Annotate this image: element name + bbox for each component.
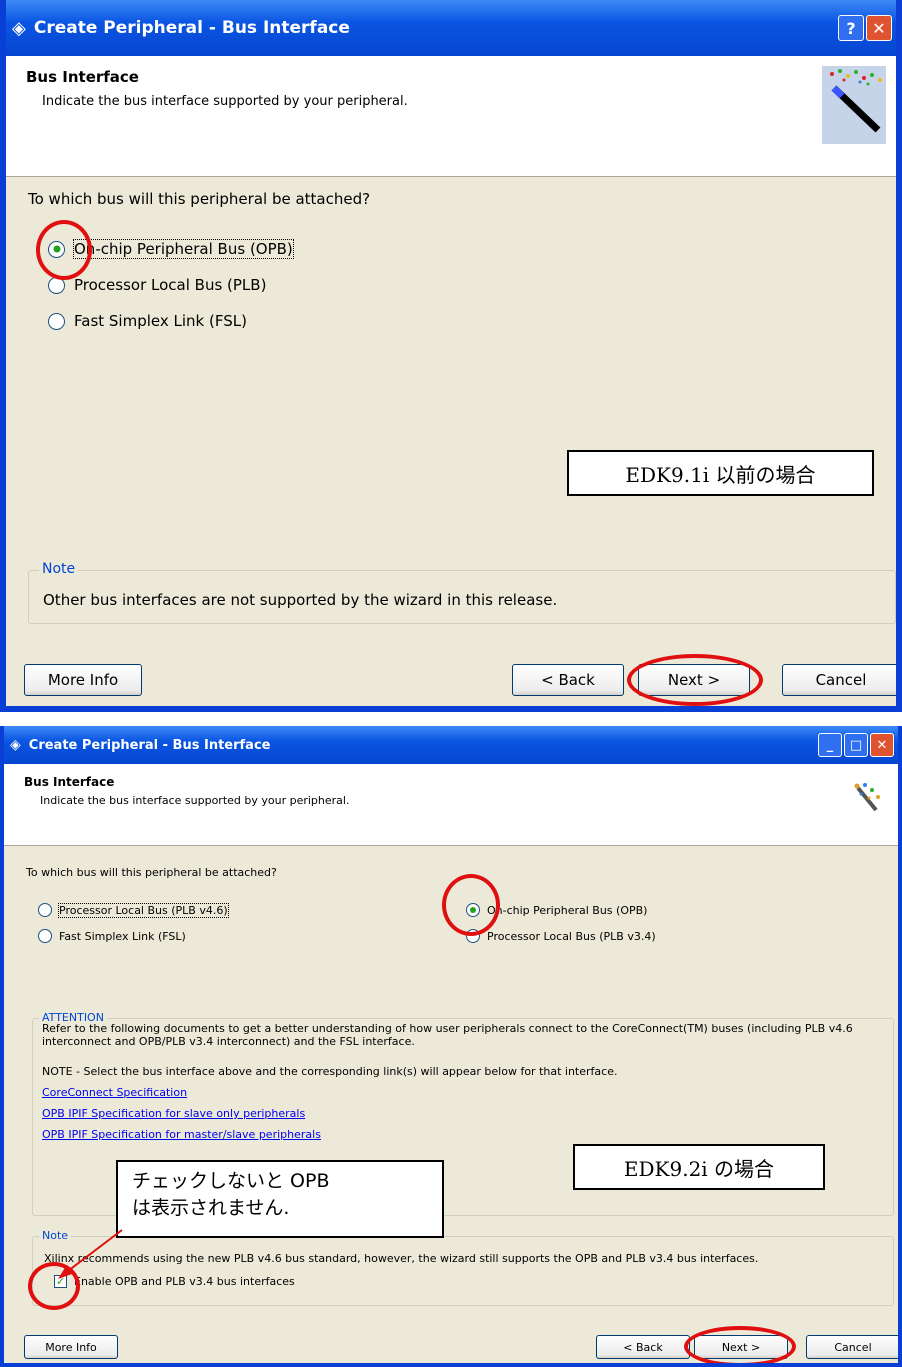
radio-button[interactable] (38, 929, 52, 943)
title-bar[interactable]: ◈ Create Peripheral - Bus Interface _ □ … (4, 726, 898, 764)
attention-note: NOTE - Select the bus interface above an… (42, 1065, 618, 1078)
more-info-button[interactable]: More Info (24, 1335, 118, 1359)
radio-label: Processor Local Bus (PLB v3.4) (487, 929, 656, 943)
radio-button[interactable] (48, 240, 65, 258)
help-button[interactable]: ? (838, 15, 864, 41)
link-opb-master-slave[interactable]: OPB IPIF Specification for master/slave … (42, 1128, 321, 1141)
note-text: Other bus interfaces are not supported b… (43, 591, 558, 609)
callout-line: チェックしないと OPB (132, 1170, 330, 1192)
edk91-annotation: EDK9.1i 以前の場合 (567, 450, 874, 496)
close-button[interactable]: ✕ (866, 15, 892, 41)
header-title: Bus Interface (26, 68, 139, 86)
title-buttons: ? ✕ (838, 0, 892, 56)
note-group: Note Other bus interfaces are not suppor… (28, 561, 896, 624)
link-coreconnect[interactable]: CoreConnect Specification (42, 1086, 187, 1099)
app-icon: ◈ (10, 737, 21, 753)
dialog-edk92: ◈ Create Peripheral - Bus Interface _ □ … (0, 726, 902, 1367)
title-buttons: _ □ ✕ (818, 726, 894, 764)
radio-label: Processor Local Bus (PLB v4.6) (58, 902, 229, 918)
more-info-button[interactable]: More Info (24, 664, 142, 696)
close-button[interactable]: ✕ (870, 733, 894, 757)
radio-button[interactable] (38, 903, 52, 917)
radio-label: Fast Simplex Link (FSL) (59, 929, 186, 943)
header-subtitle: Indicate the bus interface supported by … (40, 794, 350, 807)
app-icon: ◈ (12, 17, 26, 39)
radio-plb46[interactable]: Processor Local Bus (PLB v4.6) (38, 902, 229, 918)
radio-label: On-chip Peripheral Bus (OPB) (73, 239, 294, 259)
radio-label: Processor Local Bus (PLB) (74, 276, 267, 294)
note-group: Note (32, 1229, 894, 1306)
magic-wand-icon (822, 66, 886, 144)
dialog-edk91: ◈ Create Peripheral - Bus Interface ? ✕ … (0, 0, 902, 712)
header-subtitle: Indicate the bus interface supported by … (42, 94, 408, 109)
radio-label: On-chip Peripheral Bus (OPB) (487, 903, 648, 917)
link-opb-slave[interactable]: OPB IPIF Specification for slave only pe… (42, 1107, 305, 1120)
radio-label: Fast Simplex Link (FSL) (74, 312, 247, 330)
radio-fsl[interactable]: Fast Simplex Link (FSL) (48, 312, 247, 330)
radio-button[interactable] (48, 276, 65, 294)
attention-text: Refer to the following documents to get … (42, 1022, 853, 1048)
wizard-header: Bus Interface Indicate the bus interface… (4, 764, 898, 846)
radio-opb[interactable]: On-chip Peripheral Bus (OPB) (466, 903, 647, 917)
title-bar[interactable]: ◈ Create Peripheral - Bus Interface ? ✕ (6, 0, 896, 56)
maximize-button[interactable]: □ (844, 733, 868, 757)
magic-wand-icon (852, 782, 882, 820)
cancel-button[interactable]: Cancel (806, 1335, 898, 1359)
back-button[interactable]: < Back (596, 1335, 690, 1359)
radio-button[interactable] (466, 903, 480, 917)
bus-question: To which bus will this peripheral be att… (28, 190, 371, 208)
bus-question: To which bus will this peripheral be att… (26, 866, 277, 879)
minimize-button[interactable]: _ (818, 733, 842, 757)
callout-line: は表示されません. (132, 1197, 290, 1219)
radio-fsl[interactable]: Fast Simplex Link (FSL) (38, 929, 186, 943)
radio-plb34[interactable]: Processor Local Bus (PLB v3.4) (466, 929, 656, 943)
note-legend: Note (39, 561, 79, 577)
note-text: Xilinx recommends using the new PLB v4.6… (44, 1252, 759, 1265)
back-button[interactable]: < Back (512, 664, 624, 696)
next-button[interactable]: Next > (694, 1335, 788, 1359)
radio-plb[interactable]: Processor Local Bus (PLB) (48, 276, 266, 294)
edk92-annotation: EDK9.2i の場合 (573, 1144, 825, 1190)
wizard-header: Bus Interface Indicate the bus interface… (6, 56, 896, 177)
next-button[interactable]: Next > (638, 664, 750, 696)
radio-opb[interactable]: On-chip Peripheral Bus (OPB) (48, 239, 294, 259)
header-title: Bus Interface (24, 775, 115, 789)
cancel-button[interactable]: Cancel (782, 664, 896, 696)
radio-button[interactable] (466, 929, 480, 943)
window-title: Create Peripheral - Bus Interface (28, 737, 271, 753)
window-title: Create Peripheral - Bus Interface (33, 18, 350, 38)
radio-button[interactable] (48, 312, 65, 330)
callout-arrow-icon (58, 1229, 123, 1279)
callout-box: チェックしないと OPB は表示されません. (116, 1160, 444, 1238)
